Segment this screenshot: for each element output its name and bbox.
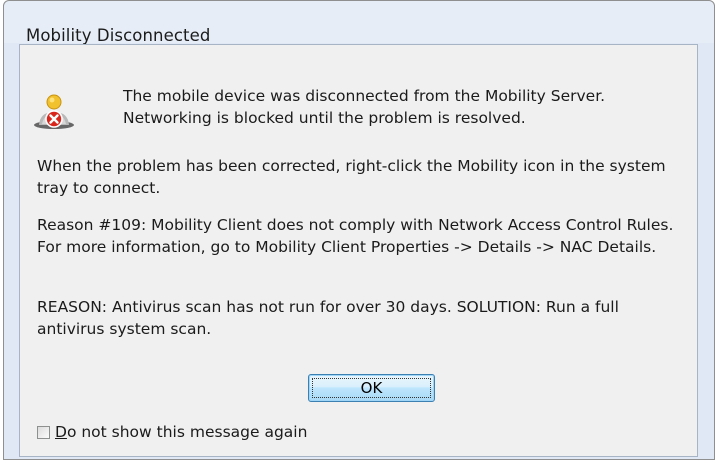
ok-button[interactable]: OK: [308, 374, 435, 402]
ok-button-label: OK: [360, 379, 383, 397]
user-error-icon: [34, 94, 74, 129]
reconnect-instructions: When the problem has been corrected, rig…: [37, 157, 666, 197]
dont-show-again-option[interactable]: Do not show this message again: [37, 421, 307, 443]
dialog-title: Mobility Disconnected: [26, 26, 211, 45]
dont-show-again-checkbox[interactable]: [37, 425, 50, 439]
mobility-disconnected-dialog: Mobility Disconnected The mobile device …: [3, 0, 715, 460]
title-bar[interactable]: Mobility Disconnected: [4, 1, 714, 45]
dont-show-again-label[interactable]: Do not show this message again: [55, 423, 307, 441]
disconnect-message: The mobile device was disconnected from …: [123, 87, 606, 127]
antivirus-reason-message: REASON: Antivirus scan has not run for o…: [37, 298, 619, 338]
dialog-content: The mobile device was disconnected from …: [19, 44, 698, 457]
nac-reason-message: Reason #109: Mobility Client does not co…: [37, 216, 674, 256]
